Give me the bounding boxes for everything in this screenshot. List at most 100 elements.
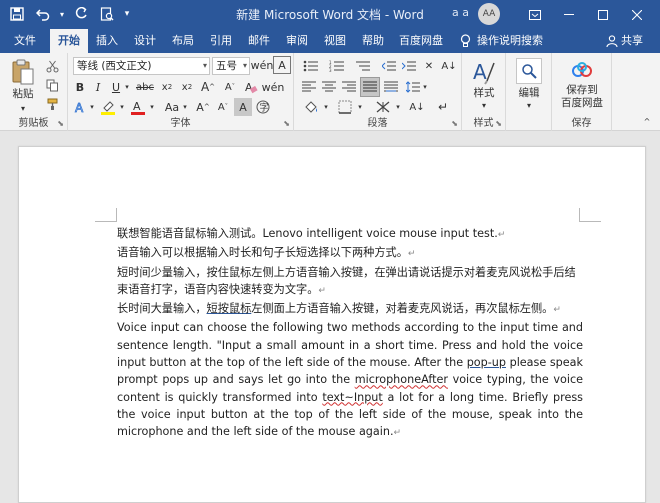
font-launcher-icon[interactable]: ⬊ [283,119,290,128]
font-size-combo[interactable]: 五号 ▾ [212,57,250,75]
styles-launcher-icon[interactable]: ⬊ [495,119,502,128]
tab-references[interactable]: 引用 [203,29,239,53]
line-spacing-icon[interactable] [404,78,422,96]
document-body[interactable]: 联想智能语音鼠标输入测试。Lenovo intelligent voice mo… [117,225,583,443]
distributed-icon[interactable] [382,78,400,96]
shading-dropdown-icon[interactable]: ▾ [322,100,330,114]
align-right-icon[interactable] [340,78,358,96]
shrink-font-icon[interactable]: Aˇ [220,78,240,96]
paste-button[interactable]: 粘贴 [4,88,42,101]
text-effects-dropdown-icon[interactable]: ▾ [88,100,96,114]
bullets-icon[interactable] [300,57,322,75]
justify-icon[interactable] [360,77,380,97]
align-center-icon[interactable] [320,78,338,96]
share-label: 共享 [621,34,643,47]
editing-dropdown-icon[interactable]: ▾ [524,100,534,110]
redo-icon[interactable] [70,4,92,24]
save-icon[interactable] [6,4,28,24]
paragraph-group-label: 段落 [367,118,388,129]
paragraph-4-text-c: 左侧面上方语音输入按键，对着麦克风说话，再次鼠标左侧。 [251,302,554,316]
borders-dropdown-icon[interactable]: ▾ [356,100,364,114]
ribbon-display-options-icon[interactable] [518,0,552,29]
svg-text:A: A [133,100,141,113]
customize-qat-icon[interactable]: ▾ [122,4,132,24]
superscript-icon[interactable]: x2 [178,78,196,96]
styles-dropdown-icon[interactable]: ▾ [479,100,489,110]
paragraph-1[interactable]: 联想智能语音鼠标输入测试。Lenovo intelligent voice mo… [117,225,583,244]
tab-insert[interactable]: 插入 [89,29,125,53]
tab-layout[interactable]: 布局 [165,29,201,53]
editing-button[interactable]: 编辑 [506,87,552,100]
paste-icon[interactable] [8,57,38,87]
sort-icon[interactable]: A↓ [440,57,458,75]
copy-icon[interactable] [44,77,60,93]
clear-formatting-icon[interactable]: A [242,78,260,96]
line-spacing-dropdown-icon[interactable]: ▾ [421,80,429,94]
clipboard-launcher-icon[interactable]: ⬊ [57,119,64,128]
group-save: 保存到 百度网盘 保存 [552,53,612,131]
paragraph-mark: ↵ [553,305,561,316]
strikethrough-icon[interactable]: abc [134,78,156,96]
find-icon[interactable] [516,58,542,84]
styles-gallery-icon[interactable]: A [470,58,498,86]
tab-mailings[interactable]: 邮件 [241,29,277,53]
save-to-baidu-line1[interactable]: 保存到 [552,84,612,97]
styles-button[interactable]: 样式 [462,87,506,100]
tab-review[interactable]: 审阅 [279,29,315,53]
tab-design[interactable]: 设计 [127,29,163,53]
paragraph-4[interactable]: 长时间大量输入，短按鼠标左侧面上方语音输入按键，对着麦克风说话，再次鼠标左侧。↵ [117,300,583,319]
close-icon[interactable] [620,0,654,29]
baidu-netdisk-icon[interactable] [568,58,596,82]
tab-baidu-netdisk[interactable]: 百度网盘 [393,29,449,53]
decrease-indent-icon[interactable] [380,57,398,75]
save-to-baidu-line2[interactable]: 百度网盘 [552,97,612,110]
underline-icon[interactable]: U [108,78,124,96]
collapse-ribbon-icon[interactable]: ^ [640,115,654,127]
paragraph-5[interactable]: Voice input can choose the following two… [117,319,583,442]
format-painter-icon[interactable] [44,96,60,112]
tab-home[interactable]: 开始 [50,29,88,53]
phonetic-guide-icon[interactable]: wén [262,78,285,96]
italic-icon[interactable]: I [90,78,106,96]
subscript-icon[interactable]: x2 [158,78,176,96]
tab-help[interactable]: 帮助 [355,29,391,53]
print-preview-icon[interactable] [96,4,118,24]
undo-dropdown-icon[interactable]: ▾ [58,4,66,24]
tab-view[interactable]: 视图 [317,29,353,53]
font-name-combo[interactable]: 等线 (西文正文) ▾ [73,57,210,75]
align-left-icon[interactable] [300,78,318,96]
avatar[interactable]: AA [478,3,500,25]
paragraph-3-text: 短时间少量输入，按住鼠标左侧上方语音输入按键，在弹出请说话提示对着麦克风说松手后… [117,265,576,296]
paste-dropdown-icon[interactable]: ▾ [18,103,28,113]
tab-file[interactable]: 文件 [6,29,44,53]
paragraph-3[interactable]: 短时间少量输入，按住鼠标左侧上方语音输入按键，在弹出请说话提示对着麦克风说松手后… [117,264,583,301]
paragraph-launcher-icon[interactable]: ⬊ [451,119,458,128]
char-border-icon[interactable]: A [273,56,291,74]
minimize-icon[interactable] [552,0,586,29]
margin-corner-top-left [95,208,117,222]
undo-icon[interactable] [32,4,54,24]
increase-indent-icon[interactable] [400,57,418,75]
person-icon [606,35,618,47]
asian-layout-dropdown-icon[interactable]: ▾ [394,100,402,114]
change-case-icon[interactable]: wén [251,56,274,74]
paragraph-2-text: 语音输入可以根据输入时长和句子长短选择以下两种方式。 [117,246,408,260]
grow-font-icon[interactable]: A ^ [198,78,218,96]
numbering-icon[interactable]: 123 [326,57,348,75]
underline-dropdown-icon[interactable]: ▾ [123,80,131,94]
cut-icon[interactable] [44,58,60,74]
font-color-dropdown-icon[interactable]: ▾ [148,100,156,114]
highlight-dropdown-icon[interactable]: ▾ [118,100,126,114]
maximize-icon[interactable] [586,0,620,29]
paragraph-1-text: 联想智能语音鼠标输入测试。Lenovo intelligent voice mo… [117,227,498,240]
tell-me-search[interactable]: 操作说明搜索 [460,29,543,53]
lightbulb-icon [460,34,471,47]
chinese-layout-icon[interactable]: ✕ [420,57,438,75]
bold-icon[interactable]: B [72,78,88,96]
paragraph-2[interactable]: 语音输入可以根据输入时长和句子长短选择以下两种方式。↵ [117,244,583,263]
share-button[interactable]: 共享 [606,29,643,53]
tell-me-label: 操作说明搜索 [477,34,543,47]
change-case-dropdown-icon[interactable]: ▾ [181,100,189,114]
font-name-value: 等线 (西文正文) [77,60,152,72]
multilevel-list-icon[interactable] [352,57,374,75]
